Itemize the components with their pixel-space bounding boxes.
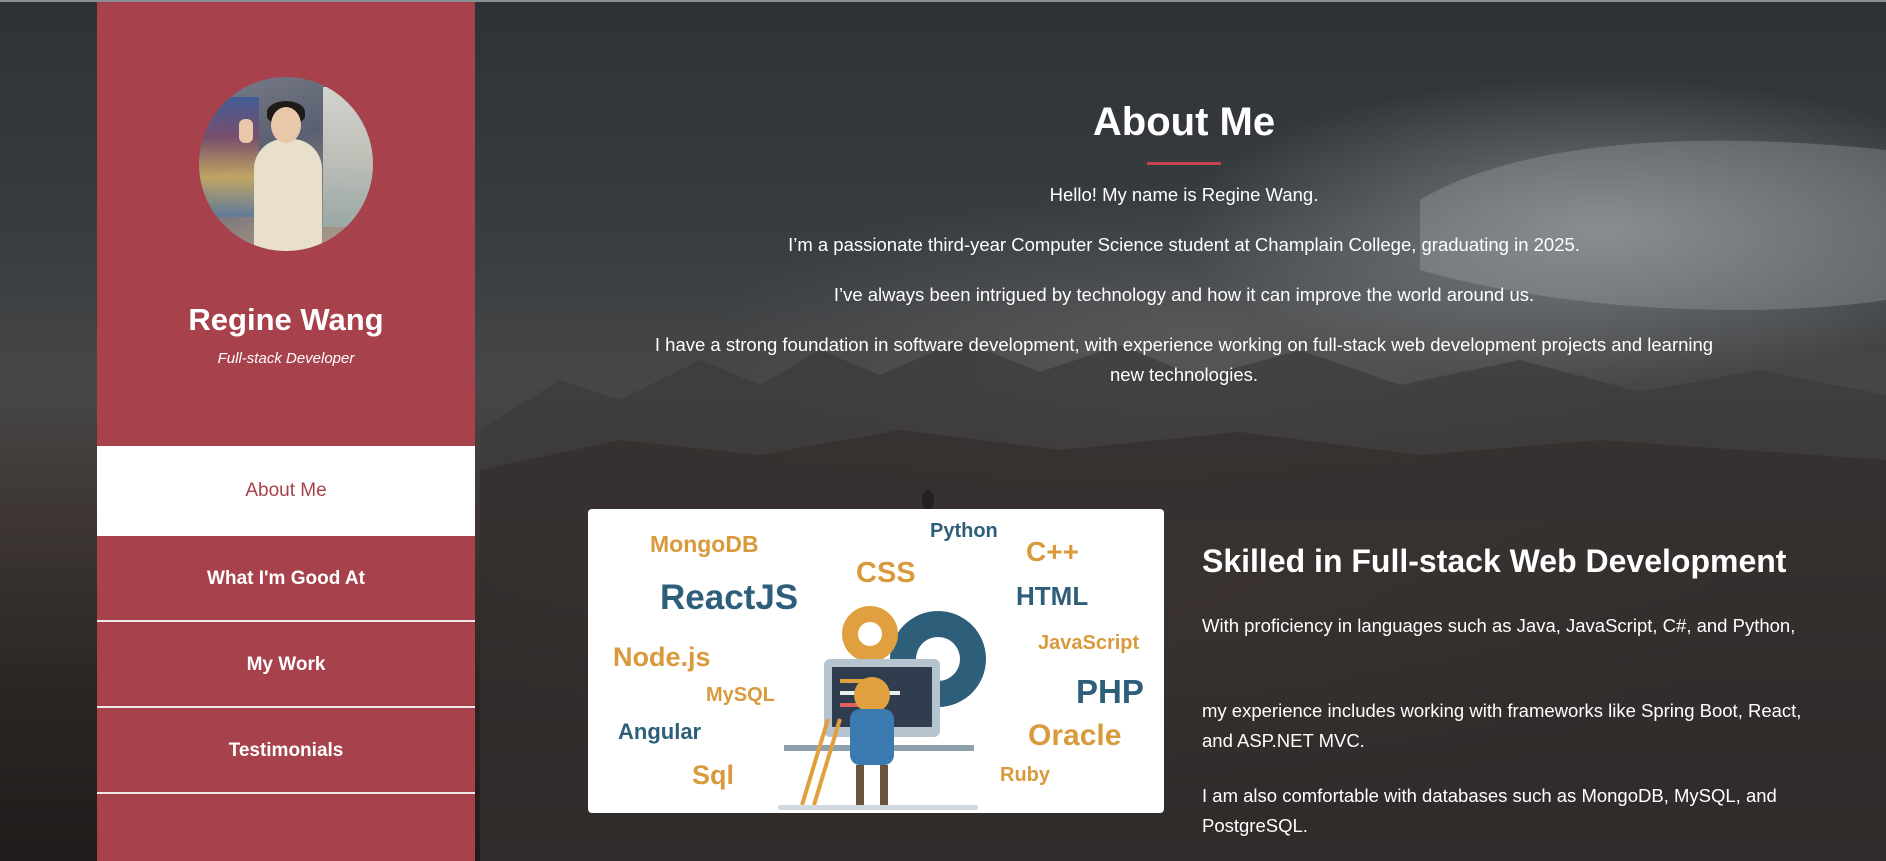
about-title: About Me (1092, 100, 1276, 144)
intro-paragraph-3: I’ve always been intrigued by technology… (833, 284, 1535, 305)
skills-paragraph-3: I am also comfortable with databases suc… (1202, 785, 1777, 836)
sidebar: Regine Wang Full-stack Developer About M… (97, 2, 475, 861)
skills-paragraph-1: With proficiency in languages such as Ja… (1202, 615, 1796, 636)
word-angular: Angular (618, 719, 702, 744)
word-cpp: C++ (1026, 536, 1079, 567)
word-ruby: Ruby (1000, 764, 1051, 786)
profile-role: Full-stack Developer (217, 350, 355, 367)
nav-item-what-im-good-at[interactable]: What I'm Good At (97, 536, 475, 622)
skills-paragraph-2: my experience includes working with fram… (1202, 700, 1802, 751)
word-javascript: JavaScript (1038, 632, 1140, 654)
word-mysql: MySQL (706, 684, 775, 706)
avatar (199, 77, 373, 251)
word-oracle: Oracle (1028, 719, 1121, 752)
word-reactjs: ReactJS (660, 578, 798, 617)
intro-paragraph-1: Hello! My name is Regine Wang. (1049, 184, 1319, 205)
word-css: CSS (856, 557, 916, 589)
word-mongodb: MongoDB (650, 531, 759, 557)
word-html: HTML (1016, 581, 1088, 611)
skills-illustration: MongoDB Python C++ CSS ReactJS HTML Node… (588, 509, 1164, 813)
nav-item-testimonials[interactable]: Testimonials (97, 708, 475, 794)
main-content: About Me Hello! My name is Regine Wang. … (475, 0, 1886, 861)
intro-paragraph-4: I have a strong foundation in software d… (654, 334, 1714, 385)
nav-item-about-me[interactable]: About Me (97, 446, 475, 536)
word-sql: Sql (692, 760, 734, 790)
skills-heading: Skilled in Full-stack Web Development (1202, 543, 1787, 579)
word-python: Python (930, 520, 998, 542)
word-nodejs: Node.js (613, 642, 711, 672)
title-underline (1147, 162, 1221, 165)
intro-paragraph-2: I’m a passionate third-year Computer Sci… (788, 234, 1580, 255)
word-php: PHP (1076, 673, 1144, 710)
nav-item-my-work[interactable]: My Work (97, 622, 475, 708)
profile-name: Regine Wang (188, 302, 384, 337)
sidebar-nav: About Me What I'm Good At My Work Testim… (97, 446, 475, 794)
